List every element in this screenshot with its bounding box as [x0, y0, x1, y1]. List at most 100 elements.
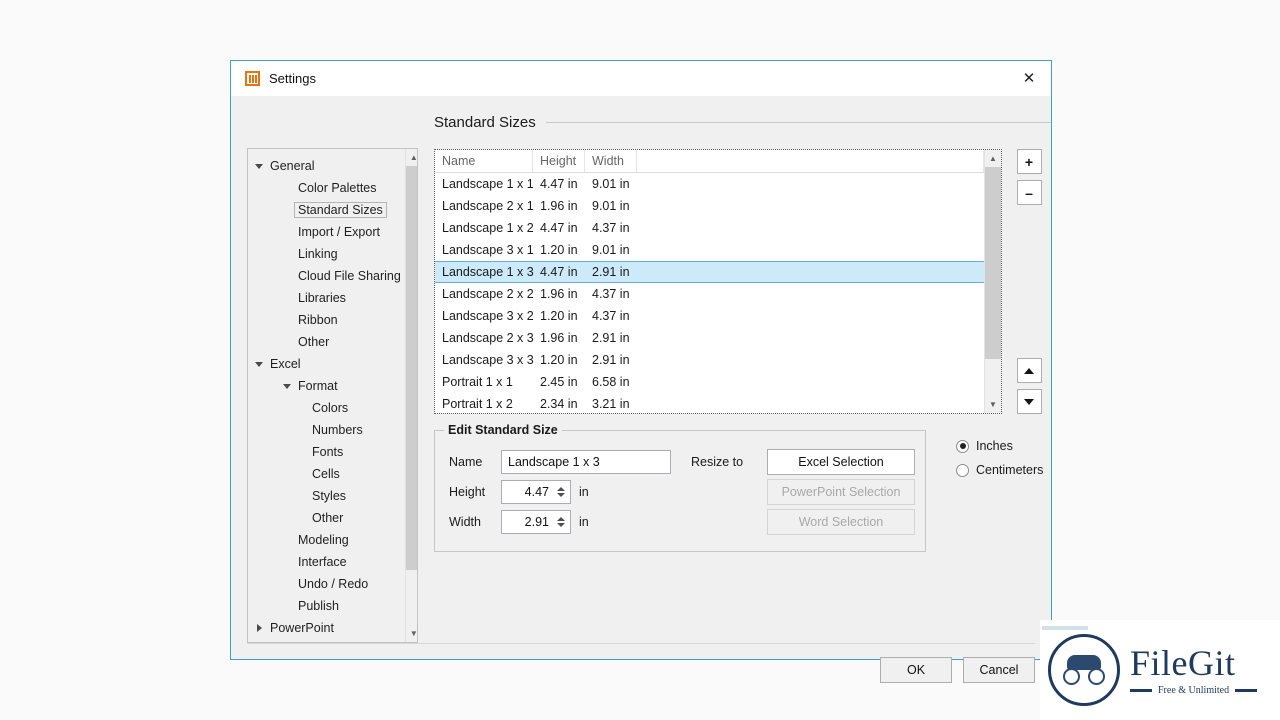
table-row[interactable]: Landscape 1 x 3 4.47 in 2.91 in: [435, 261, 984, 283]
sidebar-item-label: Linking: [298, 247, 338, 261]
sidebar-item-label: General: [270, 159, 315, 173]
add-size-button[interactable]: +: [1016, 149, 1042, 174]
sidebar-item-label: Fonts: [312, 445, 344, 459]
close-icon[interactable]: ✕: [1007, 61, 1051, 95]
sidebar-item-colors[interactable]: Colors: [248, 397, 405, 419]
chevron-right-icon[interactable]: [252, 624, 266, 632]
settings-tree[interactable]: General Color Palettes Standard Sizes Impor…: [247, 148, 418, 643]
sidebar-item-fonts[interactable]: Fonts: [248, 441, 405, 463]
spinner-down-icon[interactable]: [556, 493, 565, 497]
scroll-up-icon[interactable]: ▲: [985, 150, 1001, 167]
tree-scroll-thumb[interactable]: [405, 166, 417, 570]
grid-scroll-track[interactable]: [985, 167, 1001, 396]
table-row[interactable]: Landscape 2 x 1 1.96 in 9.01 in: [435, 195, 984, 217]
spinner-down-icon[interactable]: [556, 523, 565, 527]
table-row[interactable]: Landscape 3 x 2 1.20 in 4.37 in: [435, 305, 984, 327]
width-unit: in: [579, 515, 589, 529]
title-bar: Settings ✕: [231, 61, 1051, 96]
sidebar-item-publish[interactable]: Publish: [248, 595, 405, 617]
table-row[interactable]: Landscape 2 x 3 1.96 in 2.91 in: [435, 327, 984, 349]
spinner-up-icon[interactable]: [556, 487, 565, 491]
height-stepper[interactable]: 4.47: [501, 480, 571, 504]
cell-height: 2.45 in: [540, 375, 578, 389]
sidebar-item-cloud-file-sharing[interactable]: Cloud File Sharing: [248, 265, 405, 287]
cell-width: 4.37 in: [592, 221, 630, 235]
remove-size-button[interactable]: –: [1016, 180, 1042, 205]
table-row[interactable]: Landscape 2 x 2 1.96 in 4.37 in: [435, 283, 984, 305]
sidebar-item-other[interactable]: Other: [248, 331, 405, 353]
sidebar-item-label: Publish: [298, 599, 339, 613]
table-row[interactable]: Landscape 1 x 1 4.47 in 9.01 in: [435, 173, 984, 195]
name-label: Name: [449, 455, 483, 469]
move-up-button[interactable]: [1016, 358, 1042, 383]
cell-height: 1.20 in: [540, 309, 578, 323]
sidebar-item-color-palettes[interactable]: Color Palettes: [248, 177, 405, 199]
radio-inches[interactable]: Inches: [956, 434, 1043, 458]
sidebar-item-standard-sizes[interactable]: Standard Sizes: [248, 199, 405, 221]
spinner-up-icon[interactable]: [556, 517, 565, 521]
chevron-down-icon[interactable]: [252, 164, 266, 169]
cell-name: Landscape 1 x 2: [442, 221, 534, 235]
sidebar-item-cells[interactable]: Cells: [248, 463, 405, 485]
height-spinner-buttons[interactable]: [554, 487, 567, 497]
table-row[interactable]: Landscape 3 x 1 1.20 in 9.01 in: [435, 239, 984, 261]
chevron-down-icon[interactable]: [280, 384, 294, 389]
column-header-width[interactable]: Width: [585, 150, 637, 172]
cell-width: 9.01 in: [592, 199, 630, 213]
height-value[interactable]: 4.47: [506, 485, 554, 499]
width-spinner-buttons[interactable]: [554, 517, 567, 527]
standard-sizes-grid[interactable]: Name Height Width Landscape 1 x 1 4.47 in…: [434, 149, 1002, 414]
width-stepper[interactable]: 2.91: [501, 510, 571, 534]
sidebar-item-linking[interactable]: Linking: [248, 243, 405, 265]
sidebar-item-general[interactable]: General: [248, 155, 405, 177]
resize-excel-selection-button[interactable]: Excel Selection: [767, 449, 915, 475]
sidebar-item-import-export[interactable]: Import / Export: [248, 221, 405, 243]
cancel-button[interactable]: Cancel: [963, 657, 1035, 683]
grid-scroll-thumb[interactable]: [985, 167, 1001, 360]
radio-label: Inches: [976, 439, 1013, 453]
sidebar-item-styles[interactable]: Styles: [248, 485, 405, 507]
watermark-brand: FileGit: [1130, 642, 1236, 683]
sidebar-item-label: Styles: [312, 489, 347, 503]
column-header-filler: [637, 150, 984, 172]
cell-filler: [637, 173, 984, 195]
cell-height: 1.96 in: [540, 287, 578, 301]
sidebar-item-numbers[interactable]: Numbers: [248, 419, 405, 441]
table-row[interactable]: Landscape 1 x 2 4.47 in 4.37 in: [435, 217, 984, 239]
sidebar-item-modeling[interactable]: Modeling: [248, 529, 405, 551]
ok-button[interactable]: OK: [880, 657, 952, 683]
tree-scroll-track[interactable]: [405, 166, 417, 625]
sidebar-item-ribbon[interactable]: Ribbon: [248, 309, 405, 331]
scroll-up-icon[interactable]: ▲: [405, 149, 417, 166]
cell-name: Landscape 3 x 3: [442, 353, 534, 367]
move-down-button[interactable]: [1016, 389, 1042, 414]
radio-icon[interactable]: [956, 463, 969, 477]
cell-height: 4.47 in: [540, 221, 578, 235]
name-input[interactable]: Landscape 1 x 3: [501, 450, 671, 474]
chevron-down-icon[interactable]: [252, 362, 266, 367]
table-row[interactable]: Portrait 1 x 2 2.34 in 3.21 in: [435, 393, 984, 413]
column-header-name[interactable]: Name: [435, 150, 533, 172]
sidebar-item-format[interactable]: Format: [248, 375, 405, 397]
sidebar-item-libraries[interactable]: Libraries: [248, 287, 405, 309]
table-row[interactable]: Landscape 3 x 3 1.20 in 2.91 in: [435, 349, 984, 371]
column-header-height[interactable]: Height: [533, 150, 585, 172]
radio-icon[interactable]: [956, 439, 969, 453]
table-row[interactable]: Portrait 1 x 1 2.45 in 6.58 in: [435, 371, 984, 393]
sidebar-item-other[interactable]: Other: [248, 507, 405, 529]
cell-width: 6.58 in: [592, 375, 630, 389]
scroll-down-icon[interactable]: ▼: [985, 396, 1001, 413]
binoculars-icon: [1048, 634, 1120, 706]
radio-centimeters[interactable]: Centimeters: [956, 458, 1043, 482]
sidebar-item-powerpoint[interactable]: PowerPoint: [248, 617, 405, 639]
grid-scrollbar[interactable]: ▲ ▼: [984, 150, 1001, 413]
tree-scrollbar[interactable]: ▲ ▼: [404, 149, 417, 642]
sidebar-item-excel[interactable]: Excel: [248, 353, 405, 375]
sidebar-item-interface[interactable]: Interface: [248, 551, 405, 573]
grid-body: Landscape 1 x 1 4.47 in 9.01 in Landscape 2…: [435, 173, 984, 413]
sidebar-item-undo-redo[interactable]: Undo / Redo: [248, 573, 405, 595]
scroll-down-icon[interactable]: ▼: [405, 625, 417, 642]
watermark-tagline: Free & Unlimited: [1158, 684, 1230, 696]
sidebar-item-label: PowerPoint: [270, 621, 334, 635]
width-value[interactable]: 2.91: [506, 515, 554, 529]
